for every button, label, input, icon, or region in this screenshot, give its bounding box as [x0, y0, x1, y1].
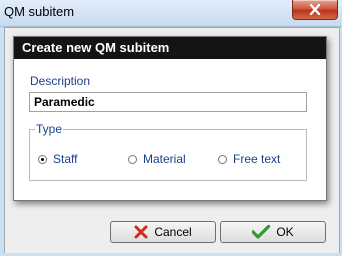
radio-unselected-icon — [128, 154, 137, 164]
type-radio-material-label: Material — [143, 152, 186, 166]
radio-unselected-icon — [218, 154, 227, 164]
panel-header: Create new QM subitem — [14, 37, 326, 59]
window-title: QM subitem — [4, 4, 75, 19]
description-label: Description — [30, 74, 91, 88]
type-group: Type Staff Material Free text — [29, 122, 307, 181]
close-button[interactable] — [292, 0, 338, 20]
close-icon — [309, 4, 321, 15]
type-radio-free-text-label: Free text — [233, 152, 281, 166]
type-radio-free-text[interactable]: Free text — [218, 152, 280, 166]
red-x-icon — [134, 225, 148, 239]
dialog-client-area: Create new QM subitem Description Type S… — [4, 27, 340, 255]
type-label: Type — [35, 122, 64, 136]
subitem-panel: Create new QM subitem Description Type S… — [13, 36, 327, 201]
type-radio-material[interactable]: Material — [128, 152, 186, 166]
radio-selected-icon — [38, 154, 47, 164]
cancel-button[interactable]: Cancel — [110, 221, 216, 243]
type-radio-staff-label: Staff — [53, 152, 78, 166]
ok-label: OK — [276, 225, 294, 239]
ok-button[interactable]: OK — [220, 221, 326, 243]
dialog-window: QM subitem Create new QM subitem Descrip… — [0, 0, 342, 256]
cancel-label: Cancel — [154, 225, 192, 239]
type-radio-staff[interactable]: Staff — [38, 152, 77, 166]
description-input[interactable] — [29, 92, 307, 112]
title-bar[interactable]: QM subitem — [0, 0, 342, 27]
green-check-icon — [252, 225, 271, 239]
